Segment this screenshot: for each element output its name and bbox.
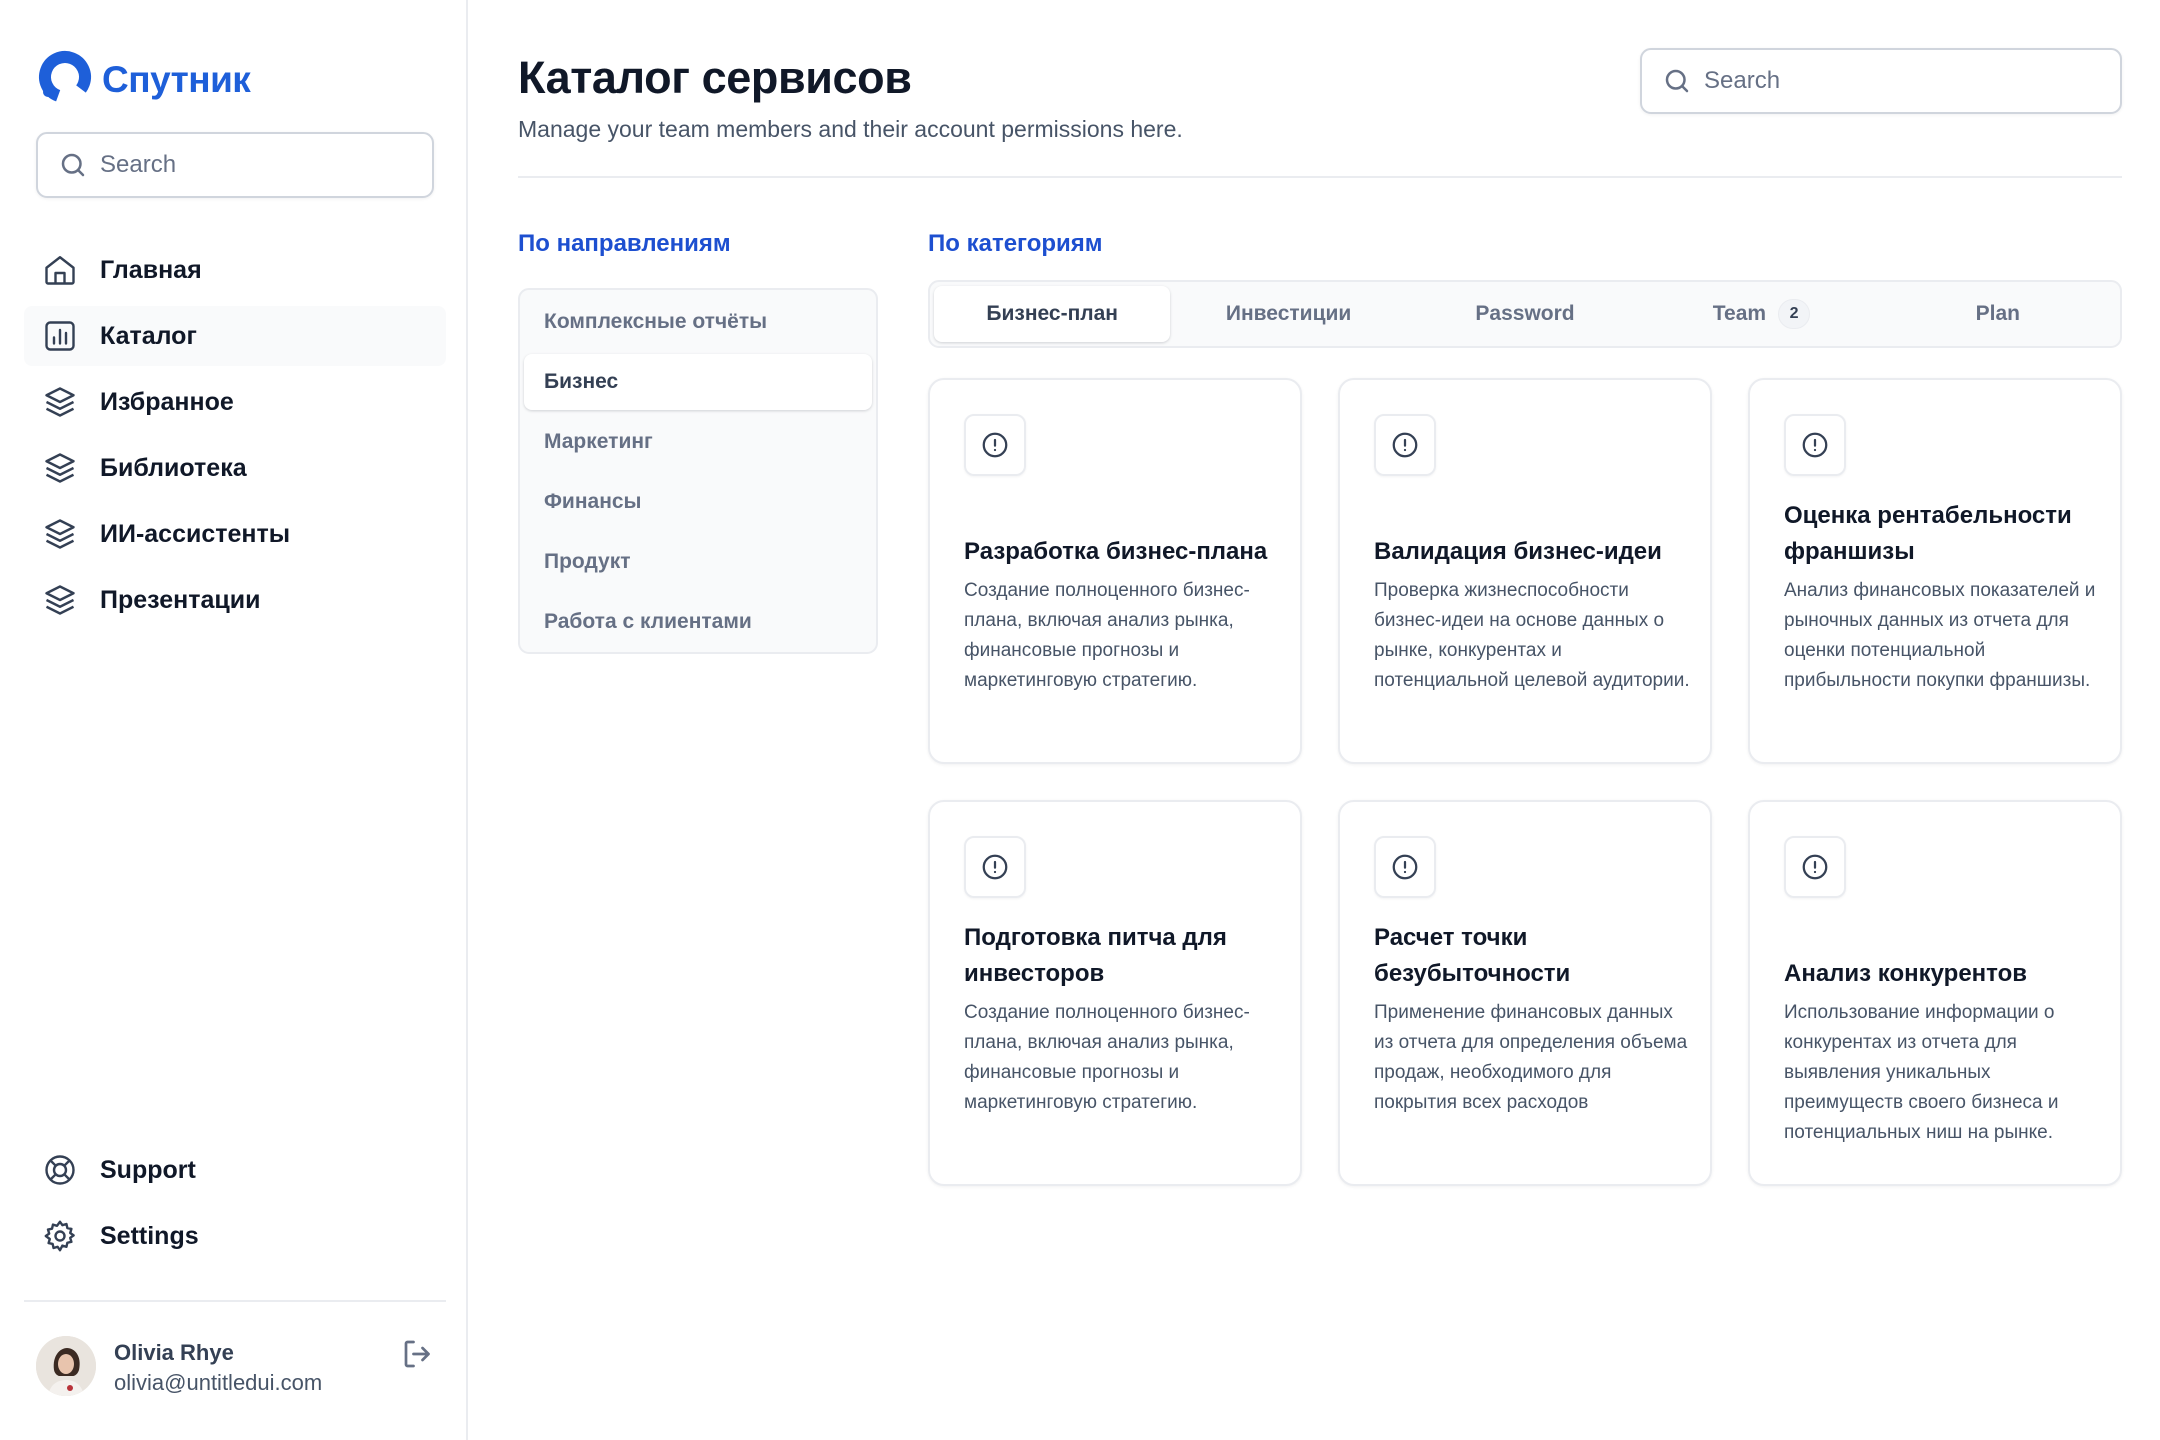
alert-circle-icon xyxy=(1392,854,1418,880)
service-card[interactable]: Валидация бизнес-идеи Проверка жизнеспос… xyxy=(1338,378,1712,764)
user-email: olivia@untitledui.com xyxy=(114,1370,323,1395)
alert-circle-icon xyxy=(982,854,1008,880)
sidebar-item-label: Избранное xyxy=(100,387,234,416)
sidebar-search-input[interactable] xyxy=(100,151,432,179)
layers-icon xyxy=(45,453,75,483)
app-window: Спутник Главная Каталог Избранное Библио… xyxy=(0,0,2160,1440)
service-card[interactable]: Разработка бизнес-плана Создание полноце… xyxy=(928,378,1302,764)
search-icon xyxy=(1665,69,1689,93)
service-card[interactable]: Расчет точки безубыточности Применение ф… xyxy=(1338,800,1712,1186)
tab-plan[interactable]: Plan xyxy=(1880,286,2116,342)
page-subtitle: Manage your team members and their accou… xyxy=(518,116,1183,142)
sidebar-item-settings[interactable]: Settings xyxy=(24,1206,446,1266)
card-description: Применение финансовых данных из отчета д… xyxy=(1374,1002,1688,1113)
alert-circle-icon xyxy=(1392,432,1418,458)
tab-label: Team xyxy=(1712,302,1767,325)
home-icon xyxy=(45,256,75,285)
card-icon-frame xyxy=(1784,836,1846,898)
tab-label: Password xyxy=(1475,302,1575,325)
header-search-input[interactable] xyxy=(1704,67,2120,95)
sidebar: Спутник Главная Каталог Избранное Библио… xyxy=(0,0,468,1440)
tab-label: Бизнес-план xyxy=(986,302,1118,325)
sidebar-item-label: Главная xyxy=(100,255,202,284)
layers-icon xyxy=(45,585,75,615)
layers-icon xyxy=(45,519,75,549)
directions-title: По направлениям xyxy=(518,230,731,257)
card-title: Оценка рентабельности франшизы xyxy=(1784,502,2072,565)
alert-circle-icon xyxy=(1802,854,1828,880)
service-card[interactable]: Оценка рентабельности франшизы Анализ фи… xyxy=(1748,378,2122,764)
sidebar-divider xyxy=(24,1300,446,1302)
count-badge: 2 xyxy=(1778,299,1811,329)
tab-business-plan[interactable]: Бизнес-план xyxy=(934,286,1171,342)
sidebar-item-label: Support xyxy=(100,1155,196,1184)
direction-item[interactable]: Продукт xyxy=(524,534,872,590)
avatar[interactable] xyxy=(36,1336,96,1396)
direction-item[interactable]: Бизнес xyxy=(524,354,872,410)
page-title: Каталог сервисов xyxy=(518,52,912,103)
sidebar-bottom-nav: Support Settings xyxy=(24,1140,446,1272)
card-title: Анализ конкурентов xyxy=(1784,960,2028,987)
card-title: Подготовка питча для инвесторов xyxy=(964,924,1227,987)
user-profile: Olivia Rhye olivia@untitledui.com xyxy=(36,1336,446,1402)
tab-password[interactable]: Password xyxy=(1407,286,1643,342)
user-name: Olivia Rhye xyxy=(114,1340,234,1365)
header-search[interactable] xyxy=(1640,48,2122,114)
life-buoy-icon xyxy=(45,1155,75,1185)
sidebar-item-support[interactable]: Support xyxy=(24,1140,446,1200)
sidebar-item-catalog[interactable]: Каталог xyxy=(24,306,446,366)
tab-label: Инвестиции xyxy=(1225,302,1352,325)
gear-icon xyxy=(44,1220,75,1252)
sidebar-item-label: Settings xyxy=(100,1221,199,1250)
sidebar-item-library[interactable]: Библиотека xyxy=(24,438,446,498)
layers-icon xyxy=(45,387,75,417)
card-title: Разработка бизнес-плана xyxy=(964,538,1268,565)
alert-circle-icon xyxy=(982,432,1008,458)
card-icon-frame xyxy=(964,414,1026,476)
sidebar-item-label: ИИ-ассистенты xyxy=(100,519,291,548)
card-icon-frame xyxy=(1374,414,1436,476)
tab-investments[interactable]: Инвестиции xyxy=(1170,286,1406,342)
header-divider xyxy=(518,176,2122,178)
card-icon-frame xyxy=(1374,836,1436,898)
bar-chart-icon xyxy=(45,321,75,351)
tab-label: Plan xyxy=(1975,302,2020,325)
sidebar-nav: Главная Каталог Избранное Библиотека ИИ-… xyxy=(24,240,446,636)
direction-item[interactable]: Финансы xyxy=(524,474,872,530)
sidebar-item-ai-assistants[interactable]: ИИ-ассистенты xyxy=(24,504,446,564)
logo-icon xyxy=(36,48,94,111)
sidebar-search[interactable] xyxy=(36,132,434,198)
service-card[interactable]: Подготовка питча для инвесторов Создание… xyxy=(928,800,1302,1186)
categories-title: По категориям xyxy=(928,230,1103,257)
alert-circle-icon xyxy=(1802,432,1828,458)
sidebar-item-presentations[interactable]: Презентации xyxy=(24,570,446,630)
main-content: Каталог сервисов Manage your team member… xyxy=(518,0,2122,1440)
card-icon-frame xyxy=(1784,414,1846,476)
card-description: Создание полноценного бизнес-плана, вклю… xyxy=(964,1002,1250,1113)
service-card[interactable]: Анализ конкурентов Использование информа… xyxy=(1748,800,2122,1186)
directions-list: Комплексные отчёты Бизнес Маркетинг Фина… xyxy=(518,288,878,654)
brand-logo[interactable]: Спутник xyxy=(36,48,251,111)
sidebar-item-favorites[interactable]: Избранное xyxy=(24,372,446,432)
logout-icon[interactable] xyxy=(400,1336,436,1372)
card-title: Валидация бизнес-идеи xyxy=(1374,538,1662,565)
category-tabs: Бизнес-план Инвестиции Password Team 2 P… xyxy=(928,280,2122,348)
sidebar-item-home[interactable]: Главная xyxy=(24,240,446,300)
card-icon-frame xyxy=(964,836,1026,898)
direction-item[interactable]: Комплексные отчёты xyxy=(524,294,872,350)
card-description: Анализ финансовых показателей и рыночных… xyxy=(1784,580,2096,691)
direction-item[interactable]: Маркетинг xyxy=(524,414,872,470)
tab-team[interactable]: Team 2 xyxy=(1643,286,1879,342)
sidebar-item-label: Библиотека xyxy=(100,453,247,482)
brand-name: Спутник xyxy=(102,58,251,100)
card-title: Расчет точки безубыточности xyxy=(1374,924,1571,987)
sidebar-item-label: Презентации xyxy=(100,585,261,614)
search-icon xyxy=(61,153,85,177)
direction-item[interactable]: Работа с клиентами xyxy=(524,594,872,650)
card-description: Создание полноценного бизнес-плана, вклю… xyxy=(964,580,1250,691)
sidebar-item-label: Каталог xyxy=(100,321,197,350)
card-description: Проверка жизнеспособности бизнес-идеи на… xyxy=(1374,580,1690,691)
card-description: Использование информации о конкурентах и… xyxy=(1784,1002,2059,1143)
